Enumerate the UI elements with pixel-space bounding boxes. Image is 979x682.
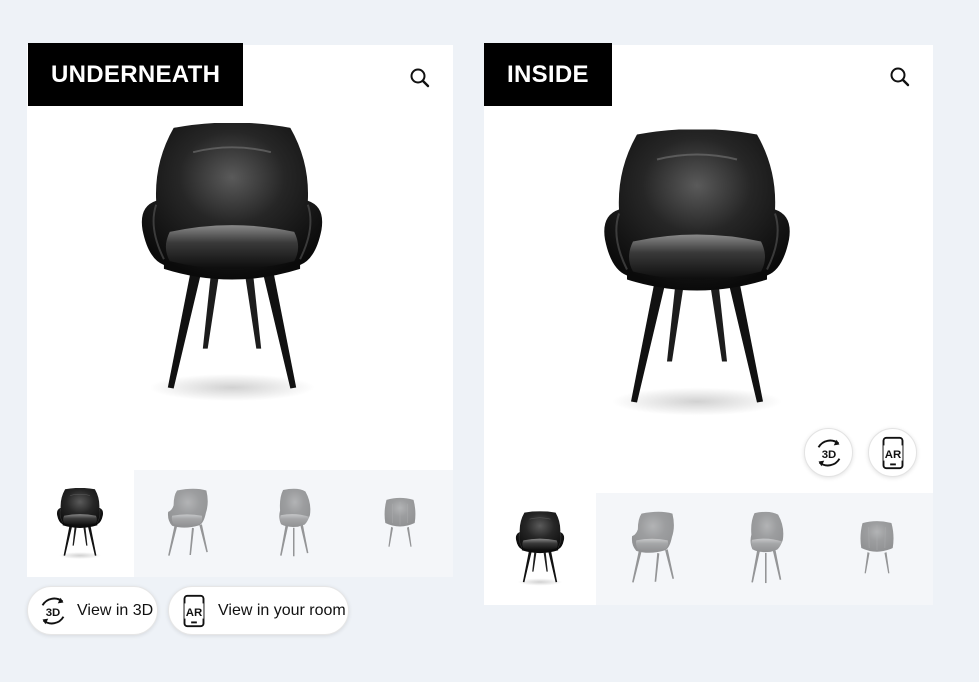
- search-icon[interactable]: [408, 66, 432, 90]
- view-in-3d-label: View in 3D: [77, 601, 154, 619]
- product-card-inside: INSIDE: [484, 43, 933, 605]
- thumbnail-back[interactable]: [820, 493, 933, 605]
- card-label: UNDERNEATH: [28, 43, 244, 106]
- card-label: INSIDE: [484, 43, 612, 106]
- view-ar-round-button[interactable]: [868, 428, 917, 477]
- thumbnail-three-quarter[interactable]: [596, 493, 709, 605]
- product-image[interactable]: [597, 127, 797, 422]
- search-icon[interactable]: [888, 65, 912, 89]
- view-in-room-button[interactable]: View in your room: [168, 586, 349, 635]
- product-card-underneath: UNDERNEATH: [27, 43, 453, 577]
- thumbnail-three-quarter[interactable]: [133, 470, 240, 577]
- 3d-rotate-icon: [34, 592, 72, 630]
- ar-phone-icon: [175, 592, 213, 630]
- view-in-3d-button[interactable]: View in 3D: [27, 586, 158, 635]
- ar-phone-icon: [874, 434, 912, 472]
- 3d-rotate-icon: [810, 434, 848, 472]
- view-in-room-label: View in your room: [218, 601, 346, 619]
- product-image[interactable]: [132, 123, 332, 405]
- thumbnail-side[interactable]: [240, 470, 347, 577]
- view-3d-round-button[interactable]: [804, 428, 853, 477]
- thumbnail-strip: [484, 493, 933, 605]
- thumbnail-side[interactable]: [708, 493, 821, 605]
- thumbnail-front[interactable]: [27, 470, 134, 577]
- thumbnail-back[interactable]: [346, 470, 453, 577]
- thumbnail-front[interactable]: [484, 493, 597, 605]
- thumbnail-strip: [27, 470, 453, 577]
